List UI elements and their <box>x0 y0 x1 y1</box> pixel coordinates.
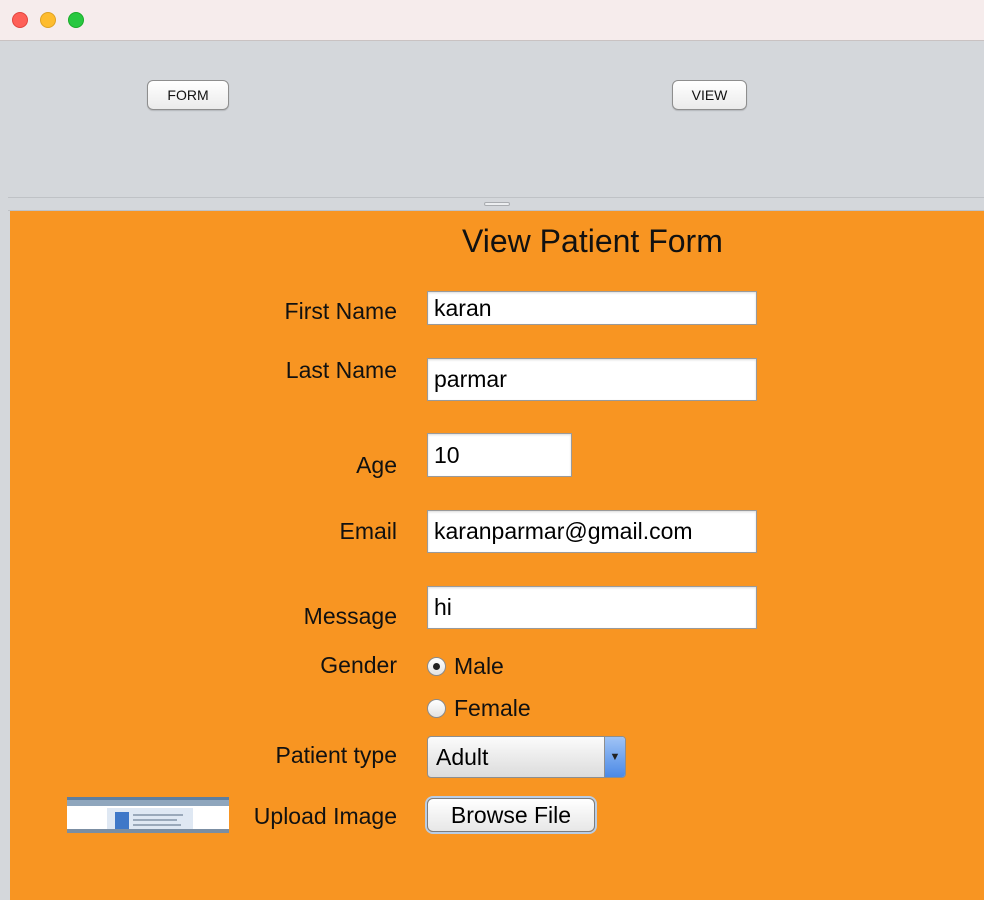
chevron-down-icon[interactable]: ▼ <box>604 737 625 777</box>
window-titlebar <box>0 0 984 41</box>
navigation-pane: FORM VIEW <box>8 41 984 197</box>
message-label: Message <box>303 603 397 629</box>
male-radio[interactable] <box>427 657 446 676</box>
view-button[interactable]: VIEW <box>672 80 747 110</box>
gender-option-male[interactable]: Male <box>427 653 504 680</box>
female-radio[interactable] <box>427 699 446 718</box>
split-pane-divider[interactable] <box>8 197 984 211</box>
patient-type-select[interactable]: Adult ▼ <box>427 736 626 778</box>
male-radio-label: Male <box>454 653 504 679</box>
email-label: Email <box>339 518 397 544</box>
last-name-field[interactable]: parmar <box>427 358 757 401</box>
age-field[interactable]: 10 <box>427 433 572 477</box>
message-field[interactable]: hi <box>427 586 757 629</box>
age-label: Age <box>356 452 397 478</box>
uploaded-image-thumbnail <box>67 797 229 833</box>
gender-label: Gender <box>320 652 397 678</box>
patient-type-label: Patient type <box>275 742 397 768</box>
close-window-icon[interactable] <box>12 12 28 28</box>
divider-grip-icon[interactable] <box>484 202 510 206</box>
page-title: View Patient Form <box>462 223 723 259</box>
browse-file-button[interactable]: Browse File <box>427 798 595 832</box>
patient-type-value: Adult <box>436 743 489 770</box>
form-button[interactable]: FORM <box>147 80 229 110</box>
zoom-window-icon[interactable] <box>68 12 84 28</box>
patient-form-pane: View Patient Form First Name karan Last … <box>10 211 984 900</box>
email-field[interactable]: karanparmar@gmail.com <box>427 510 757 553</box>
first-name-label: First Name <box>284 298 397 324</box>
first-name-field[interactable]: karan <box>427 291 757 325</box>
upload-image-label: Upload Image <box>253 803 397 829</box>
female-radio-label: Female <box>454 695 531 721</box>
gender-option-female[interactable]: Female <box>427 695 531 722</box>
minimize-window-icon[interactable] <box>40 12 56 28</box>
last-name-label: Last Name <box>285 357 397 383</box>
